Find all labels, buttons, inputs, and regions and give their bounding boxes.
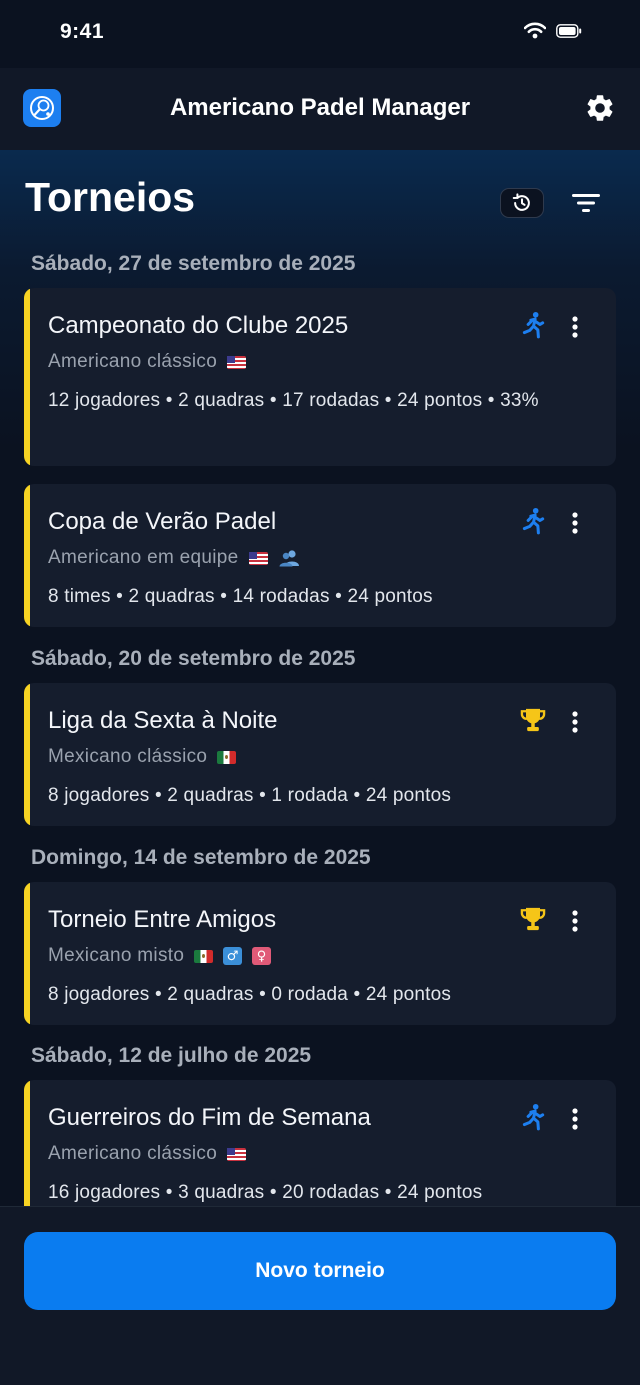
mexico-flag-icon — [217, 750, 237, 764]
date-header: Sábado, 27 de setembro de 2025 — [31, 252, 356, 275]
date-header: Sábado, 20 de setembro de 2025 — [31, 647, 356, 670]
page-title: Torneios — [25, 174, 196, 220]
tournament-name: Torneio Entre Amigos — [48, 906, 277, 933]
date-header: Sábado, 12 de julho de 2025 — [31, 1044, 312, 1067]
bottom-bar: Novo torneio — [0, 1206, 640, 1385]
running-person-icon — [518, 310, 548, 340]
running-person-icon — [518, 506, 548, 536]
card-accent — [24, 1080, 30, 1206]
more-vertical-icon — [572, 1108, 578, 1130]
tournament-type-label: Americano clássico — [48, 1143, 218, 1164]
tournament-name: Campeonato do Clube 2025 — [48, 312, 349, 339]
running-person-icon — [518, 1102, 548, 1132]
card-accent — [24, 683, 30, 826]
tournament-meta: 16 jogadores • 3 quadras • 20 rodadas • … — [48, 1182, 483, 1203]
us-flag-icon — [227, 355, 247, 369]
app-title: Americano Padel Manager — [169, 94, 471, 121]
tournament-meta: 8 jogadores • 2 quadras • 0 rodada • 24 … — [48, 984, 452, 1005]
more-options-button[interactable] — [564, 508, 586, 538]
us-flag-icon — [227, 1147, 247, 1161]
tournament-type-label: Americano em equipe — [48, 547, 239, 568]
mexico-flag-icon — [194, 949, 214, 963]
filter-button[interactable] — [568, 188, 604, 218]
wifi-icon — [524, 22, 546, 39]
more-options-button[interactable] — [564, 707, 586, 737]
female-icon: ♀ — [252, 947, 272, 965]
tournament-type: Mexicano clássico — [48, 746, 237, 768]
tournament-meta: 12 jogadores • 2 quadras • 17 rodadas • … — [48, 390, 539, 411]
more-options-button[interactable] — [564, 312, 586, 342]
tournament-name: Liga da Sexta à Noite — [48, 707, 278, 734]
new-tournament-button[interactable]: Novo torneio — [24, 1232, 616, 1310]
tournament-list[interactable]: Torneios Sábado, 27 de setembro de 2025 … — [0, 150, 640, 1206]
tournament-meta: 8 jogadores • 2 quadras • 1 rodada • 24 … — [48, 785, 452, 806]
team-icon — [278, 549, 300, 567]
card-accent — [24, 288, 30, 466]
tournament-card[interactable]: Torneio Entre Amigos Mexicano misto ♂ ♀ … — [24, 882, 616, 1025]
tournament-name: Copa de Verão Padel — [48, 508, 277, 535]
history-icon — [512, 193, 530, 211]
gear-icon — [587, 95, 613, 121]
tournament-card[interactable]: Campeonato do Clube 2025 Americano cláss… — [24, 288, 616, 466]
tournament-type: Americano clássico — [48, 1143, 247, 1165]
tournament-type: Americano clássico — [48, 351, 247, 373]
tournament-type-label: Mexicano clássico — [48, 746, 208, 767]
tournament-type: Mexicano misto ♂ ♀ — [48, 945, 272, 967]
tournament-card[interactable]: Liga da Sexta à Noite Mexicano clássico … — [24, 683, 616, 826]
history-button[interactable] — [500, 188, 544, 218]
more-vertical-icon — [572, 910, 578, 932]
status-icons — [524, 22, 582, 39]
filter-icon — [572, 194, 600, 212]
male-icon: ♂ — [223, 947, 243, 965]
tournament-type-label: Americano clássico — [48, 351, 218, 372]
card-accent — [24, 484, 30, 627]
tournament-card[interactable]: Guerreiros do Fim de Semana Americano cl… — [24, 1080, 616, 1206]
card-accent — [24, 882, 30, 1025]
settings-button[interactable] — [582, 90, 618, 126]
status-time: 9:41 — [60, 20, 105, 43]
trophy-icon — [518, 904, 548, 934]
tournament-card[interactable]: Copa de Verão Padel Americano em equipe … — [24, 484, 616, 627]
tournament-name: Guerreiros do Fim de Semana — [48, 1104, 371, 1131]
date-header: Domingo, 14 de setembro de 2025 — [31, 846, 371, 869]
more-options-button[interactable] — [564, 906, 586, 936]
tournament-type-label: Mexicano misto — [48, 945, 185, 966]
tournament-type: Americano em equipe — [48, 547, 300, 569]
app-bar: Americano Padel Manager — [0, 68, 640, 150]
us-flag-icon — [248, 551, 268, 565]
tournament-meta: 8 times • 2 quadras • 14 rodadas • 24 po… — [48, 586, 433, 607]
more-options-button[interactable] — [564, 1104, 586, 1134]
battery-icon — [556, 23, 582, 38]
more-vertical-icon — [572, 512, 578, 534]
more-vertical-icon — [572, 711, 578, 733]
trophy-icon — [518, 705, 548, 735]
status-bar: 9:41 — [0, 0, 640, 68]
more-vertical-icon — [572, 316, 578, 338]
